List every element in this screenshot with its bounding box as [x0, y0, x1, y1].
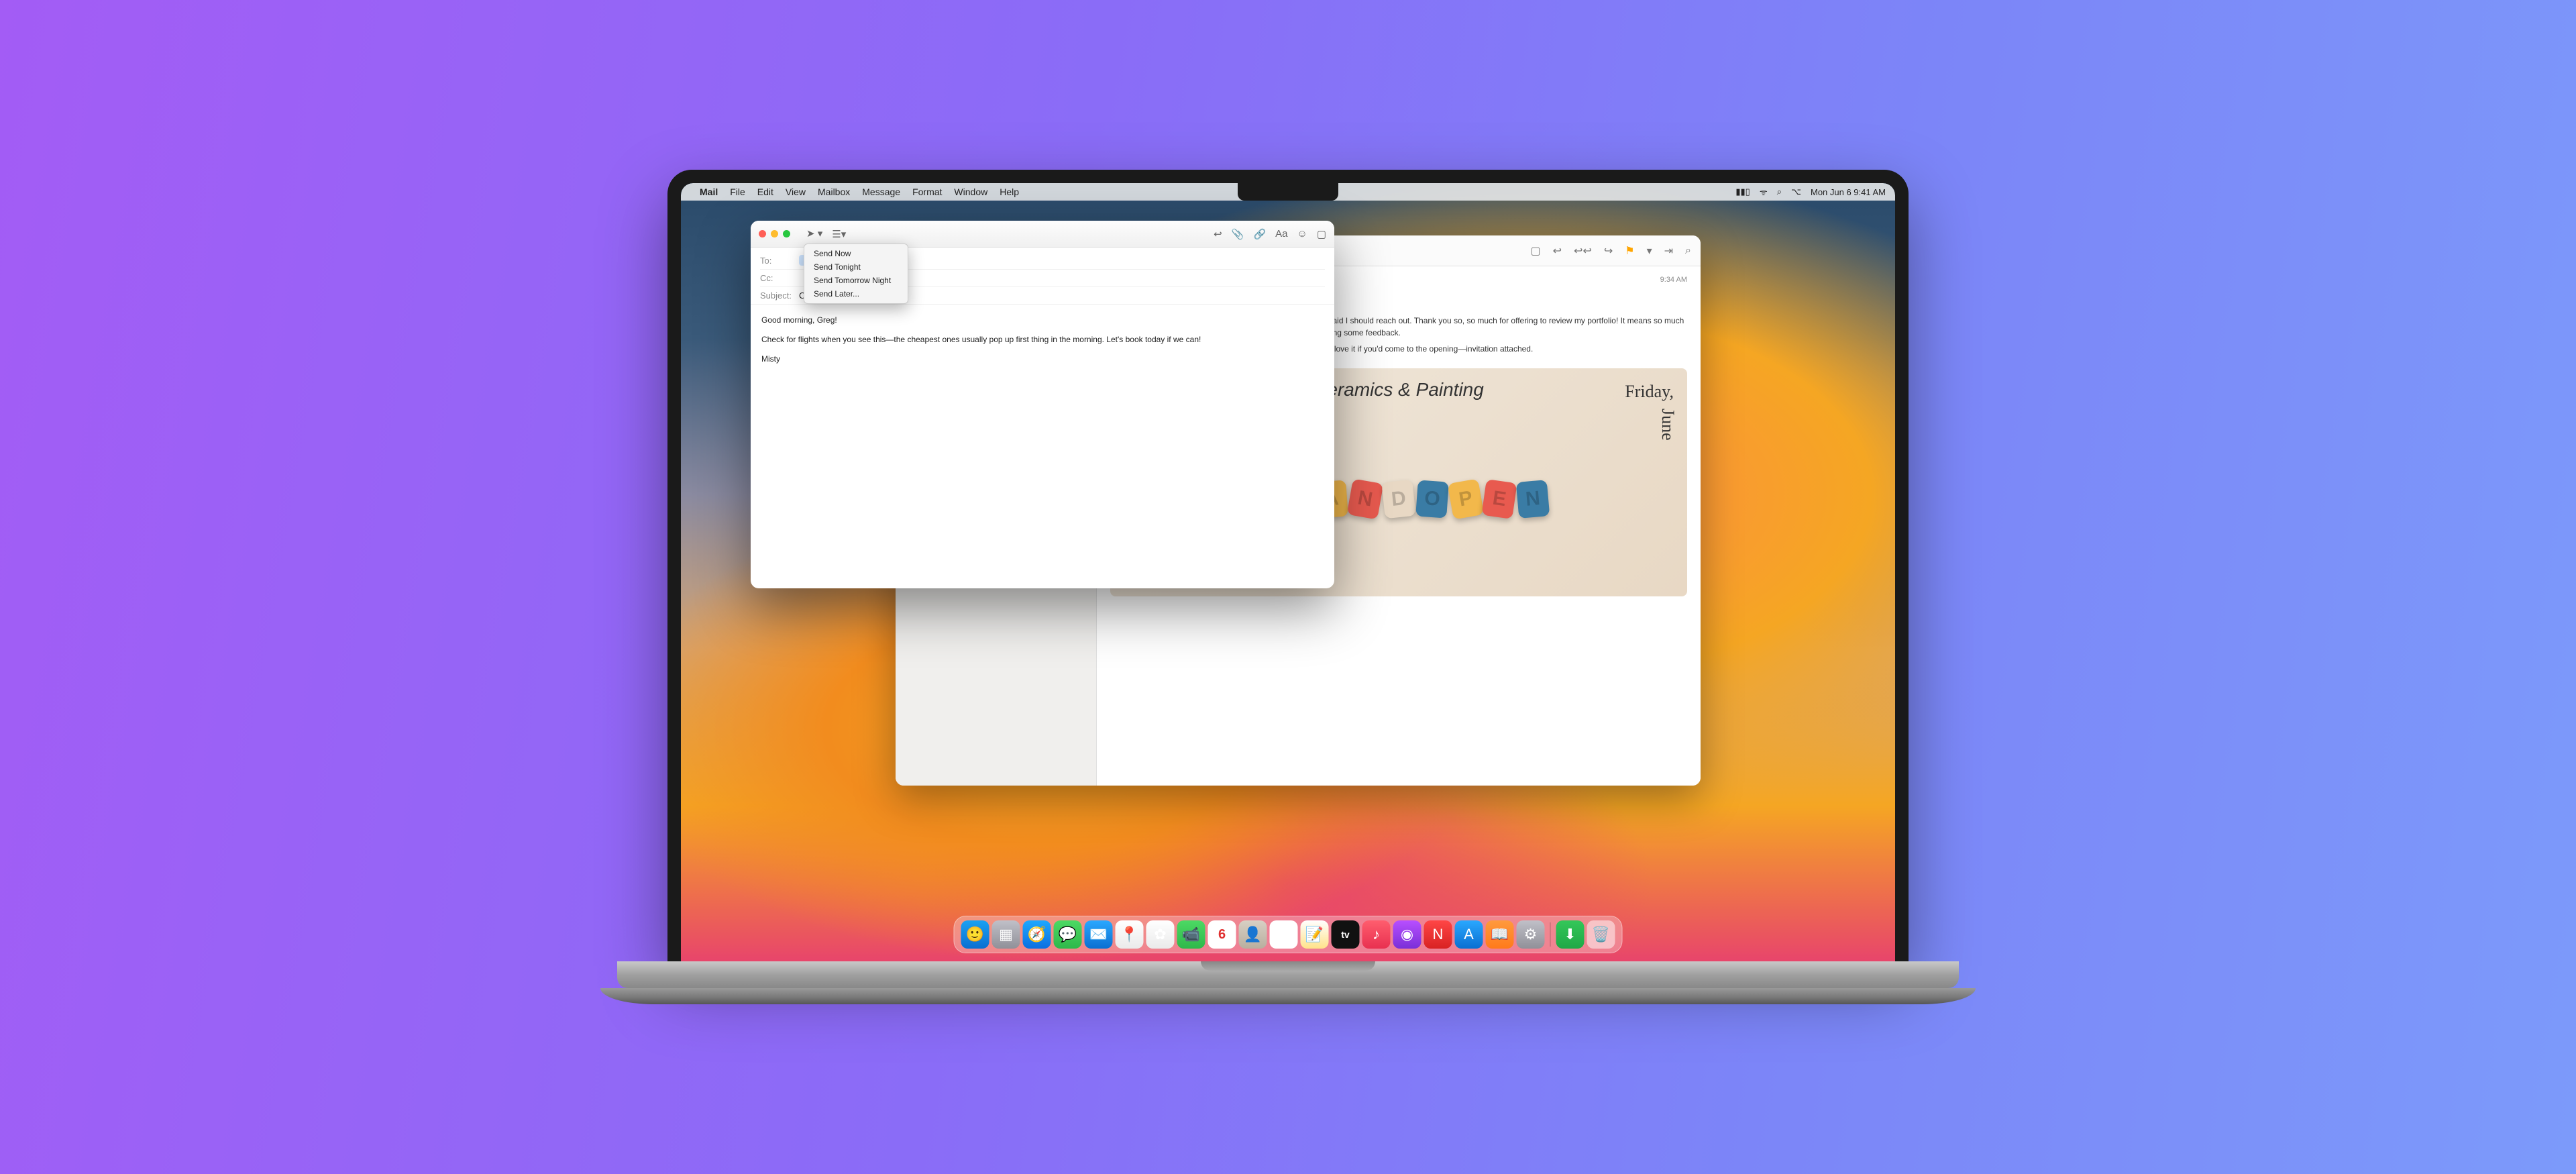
compose-body[interactable]: Good morning, Greg! Check for flights wh…	[751, 305, 1334, 588]
send-later-item[interactable]: Send Later...	[804, 287, 908, 301]
menubar-status-right: ▮▮▯ ᯤ ⌕ ⌥ Mon Jun 6 9:41 AM	[1735, 186, 1886, 198]
menubar-edit[interactable]: Edit	[757, 186, 773, 197]
flag-icon[interactable]: ⚑	[1625, 244, 1634, 258]
forward-icon[interactable]: ↪︎	[1604, 244, 1613, 258]
reply-icon[interactable]: ↩︎	[1553, 244, 1562, 258]
wifi-icon[interactable]: ᯤ	[1760, 186, 1768, 198]
music-icon[interactable]: ♪	[1362, 920, 1391, 949]
minimize-button[interactable]	[771, 230, 778, 237]
fullscreen-button[interactable]	[783, 230, 790, 237]
system-icon[interactable]: ⚙︎	[1517, 920, 1545, 949]
search-icon[interactable]: ⌕	[1685, 245, 1691, 257]
body-signature: Misty	[761, 353, 1324, 366]
menubar-message[interactable]: Message	[862, 186, 900, 197]
notes-icon[interactable]: 📝	[1301, 920, 1329, 949]
reply-type-icon[interactable]: ↩︎	[1214, 228, 1222, 240]
facetime-icon[interactable]: 📹	[1177, 920, 1205, 949]
macbook-frame: Mail File Edit View Mailbox Message Form…	[667, 170, 1909, 1004]
menubar-format[interactable]: Format	[912, 186, 942, 197]
search-icon[interactable]: ⌕	[1777, 186, 1782, 197]
tv-icon[interactable]: tv	[1332, 920, 1360, 949]
send-later-dropdown: Send Now Send Tonight Send Tomorrow Nigh…	[804, 244, 908, 304]
attach-icon[interactable]: 📎	[1232, 228, 1244, 240]
mail-icon[interactable]: ✉️	[1085, 920, 1113, 949]
laptop-screen: Mail File Edit View Mailbox Message Form…	[667, 170, 1909, 961]
window-controls	[759, 230, 790, 237]
contacts-icon[interactable]: 👤	[1239, 920, 1267, 949]
podcasts-icon[interactable]: ◉	[1393, 920, 1421, 949]
menubar-window[interactable]: Window	[954, 186, 987, 197]
body-greeting: Good morning, Greg!	[761, 314, 1324, 327]
cc-label: Cc:	[760, 273, 799, 283]
send-tonight-item[interactable]: Send Tonight	[804, 260, 908, 274]
reminders-icon[interactable]: ☰	[1270, 920, 1298, 949]
attachment-text: June	[1658, 409, 1678, 596]
trash-icon[interactable]: 🗑️	[1587, 920, 1615, 949]
archive-icon[interactable]: ▢	[1531, 244, 1541, 258]
notch	[1238, 183, 1338, 201]
launchpad-icon[interactable]: ▦	[992, 920, 1020, 949]
menubar-mailbox[interactable]: Mailbox	[818, 186, 850, 197]
laptop-foot	[600, 988, 1976, 1004]
control-center-icon[interactable]: ⌥	[1791, 186, 1801, 197]
menubar-app-name[interactable]: Mail	[700, 186, 718, 197]
books-icon[interactable]: 📖	[1486, 920, 1514, 949]
menubar-help[interactable]: Help	[1000, 186, 1019, 197]
dock: 🙂▦🧭💬✉️📍✿📹6👤☰📝tv♪◉NA📖⚙︎ ⬇︎🗑️	[954, 916, 1623, 953]
calendar-icon[interactable]: 6	[1208, 920, 1236, 949]
emoji-icon[interactable]: ☺︎	[1297, 228, 1307, 239]
finder-icon[interactable]: 🙂	[961, 920, 989, 949]
flag-menu-icon[interactable]: ▾	[1647, 244, 1652, 258]
close-button[interactable]	[759, 230, 766, 237]
appstore-icon[interactable]: A	[1455, 920, 1483, 949]
menubar-view[interactable]: View	[786, 186, 806, 197]
menubar-file[interactable]: File	[730, 186, 745, 197]
message-timestamp: 9:34 AM	[1660, 276, 1687, 284]
menubar-clock[interactable]: Mon Jun 6 9:41 AM	[1811, 187, 1886, 197]
macos-desktop: Mail File Edit View Mailbox Message Form…	[681, 183, 1895, 961]
to-label: To:	[760, 256, 799, 266]
news-icon[interactable]: N	[1424, 920, 1452, 949]
battery-icon[interactable]: ▮▮▯	[1735, 186, 1750, 197]
link-icon[interactable]: 🔗	[1253, 228, 1266, 240]
move-icon[interactable]: ⇥	[1664, 244, 1673, 258]
safari-icon[interactable]: 🧭	[1023, 920, 1051, 949]
laptop-hinge-cut	[1201, 961, 1375, 971]
downloads-icon[interactable]: ⬇︎	[1556, 920, 1585, 949]
subject-label: Subject:	[760, 290, 799, 301]
send-tomorrow-night-item[interactable]: Send Tomorrow Night	[804, 274, 908, 287]
send-now-item[interactable]: Send Now	[804, 247, 908, 260]
format-icon[interactable]: Aa	[1275, 228, 1287, 239]
photos-icon[interactable]: ✿	[1146, 920, 1175, 949]
compose-toolbar: ➤ ▾ Send Now Send Tonight Send Tomorrow …	[751, 221, 1334, 248]
send-button-icon[interactable]: ➤ ▾	[806, 228, 822, 239]
reply-all-icon[interactable]: ↩︎↩︎	[1574, 244, 1592, 258]
header-fields-icon[interactable]: ☰▾	[832, 228, 846, 240]
messages-icon[interactable]: 💬	[1054, 920, 1082, 949]
dock-separator	[1550, 922, 1551, 947]
body-line: Check for flights when you see this—the …	[761, 333, 1324, 346]
laptop-base	[617, 961, 1959, 988]
attachment-text: Friday,	[1625, 382, 1674, 402]
photo-browser-icon[interactable]: ▢	[1317, 228, 1326, 240]
compose-window: ➤ ▾ Send Now Send Tonight Send Tomorrow …	[751, 221, 1334, 588]
maps-icon[interactable]: 📍	[1116, 920, 1144, 949]
send-button-group: ➤ ▾ Send Now Send Tonight Send Tomorrow …	[806, 227, 822, 240]
